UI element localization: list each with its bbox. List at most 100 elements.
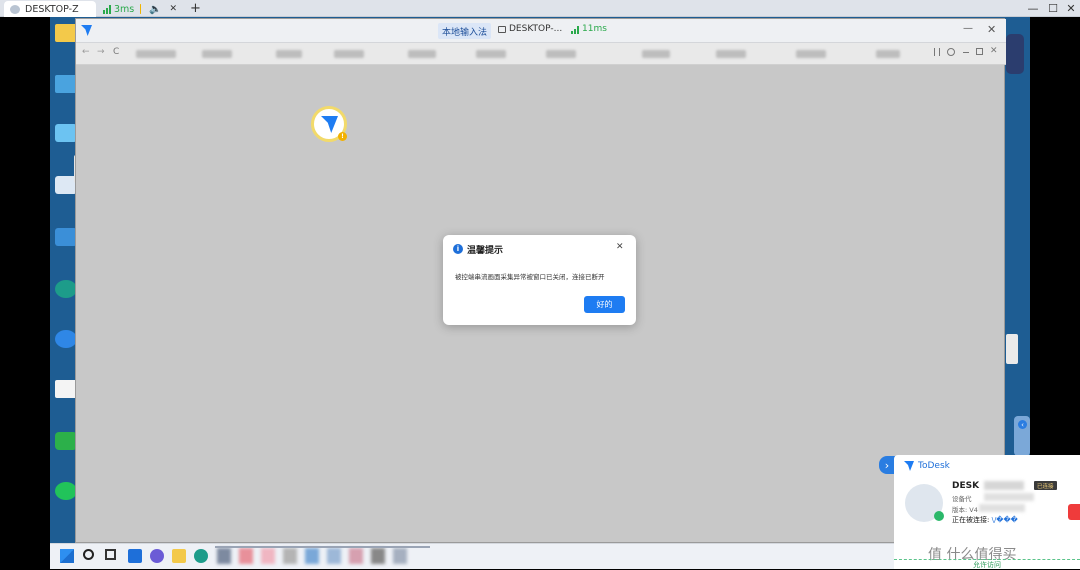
taskbar-app-icon[interactable] — [217, 548, 231, 564]
search-icon[interactable] — [83, 549, 94, 560]
blurred-tab — [796, 50, 826, 58]
version-label: 版本: V4 — [952, 506, 978, 514]
ok-button[interactable]: 好的 — [584, 296, 625, 313]
device-label: DESKTOP-... — [509, 24, 563, 34]
wechat-icon[interactable] — [55, 482, 77, 500]
side-panel-handle[interactable]: ‹ — [1014, 416, 1030, 456]
blurred-tab — [136, 50, 176, 58]
info-icon: i — [453, 244, 463, 254]
menu-icon[interactable] — [934, 48, 940, 56]
host-tab-label: DESKTOP-Z — [25, 3, 79, 15]
close-tab-icon[interactable]: ✕ — [169, 4, 177, 14]
shield-icon — [140, 4, 141, 14]
inner-minimize-icon[interactable] — [963, 52, 969, 53]
host-tab-latency[interactable]: 3ms 🔈 ✕ — [97, 1, 183, 17]
popup-device-name: DESK — [952, 481, 980, 491]
forward-icon[interactable]: → — [97, 47, 105, 57]
task-view-icon[interactable] — [105, 549, 116, 560]
avatar — [905, 484, 944, 522]
device-code-label: 设备代 — [952, 495, 972, 503]
disconnect-button[interactable] — [1068, 504, 1080, 520]
latency-value: 11ms — [582, 24, 607, 34]
file-explorer-icon[interactable] — [172, 549, 186, 563]
browser-shortcut-icon[interactable] — [55, 330, 77, 348]
video-app-icon[interactable] — [55, 432, 77, 450]
folder-icon[interactable] — [55, 24, 77, 42]
host-close-button[interactable]: ✕ — [1062, 0, 1080, 17]
todesk-minimize-button[interactable]: — — [963, 23, 973, 34]
speaker-icon[interactable]: 🔈 — [149, 4, 161, 15]
back-icon[interactable]: ← — [82, 47, 90, 57]
tab-favicon-icon — [10, 4, 20, 14]
blurred-tab — [716, 50, 746, 58]
edge-icon[interactable] — [194, 549, 208, 563]
control-panel-icon[interactable] — [55, 228, 77, 246]
todesk-titlebar: 本地输入法 DESKTOP-... 11ms — ✕ — [76, 19, 1006, 43]
taskbar-app-icon[interactable] — [239, 548, 253, 564]
blurred-tab — [546, 50, 576, 58]
popup-toggle-button[interactable]: › — [879, 456, 895, 474]
side-widget-icon[interactable] — [1006, 334, 1018, 364]
connection-status: 正在被连接: \/��� — [952, 515, 1018, 525]
blurred-tab — [202, 50, 232, 58]
inner-maximize-icon[interactable] — [976, 48, 983, 55]
taskbar — [50, 543, 895, 569]
taskbar-app-icon[interactable] — [327, 548, 341, 564]
document-icon[interactable] — [55, 380, 77, 398]
connection-badge: 已连接 — [1034, 481, 1057, 490]
dialog-title: 温馨提示 — [467, 246, 504, 256]
todesk-connection-popup: ToDesk DESK 已连接 设备代 版本: V4 正在被连接: \/��� … — [894, 455, 1080, 569]
warning-dialog: i 温馨提示 ✕ 被控端串流画面采集异常被窗口已关闭，连接已断开 好的 — [443, 235, 636, 325]
signal-icon — [571, 25, 579, 34]
dialog-message: 被控端串流画面采集异常被窗口已关闭，连接已断开 — [455, 273, 605, 281]
redacted-text — [984, 493, 1034, 501]
host-tab-desktop[interactable]: DESKTOP-Z — [4, 1, 96, 17]
status-label: 正在被连接: — [952, 516, 992, 524]
todesk-logo-icon — [321, 116, 338, 133]
network-icon[interactable] — [55, 124, 77, 142]
todesk-status-badge: ! — [311, 106, 347, 142]
latency-indicator: 11ms — [571, 24, 607, 34]
inner-close-icon[interactable]: ✕ — [990, 46, 998, 56]
chat-icon[interactable] — [150, 549, 164, 563]
device-indicator[interactable]: DESKTOP-... — [498, 24, 562, 34]
settings-icon[interactable] — [947, 48, 955, 56]
blurred-tab — [408, 50, 436, 58]
taskbar-app-icon[interactable] — [393, 548, 407, 564]
blurred-tab — [334, 50, 364, 58]
taskbar-scrollbar[interactable] — [215, 546, 430, 548]
dialog-close-button[interactable]: ✕ — [616, 242, 624, 252]
warning-icon: ! — [338, 132, 347, 141]
edge-browser-icon[interactable] — [55, 280, 77, 298]
reload-icon[interactable]: C — [113, 47, 119, 57]
taskbar-app-icon[interactable] — [305, 548, 319, 564]
blurred-tab — [476, 50, 506, 58]
ime-button[interactable]: 本地输入法 — [438, 23, 492, 39]
taskbar-app-icon[interactable] — [283, 548, 297, 564]
taskbar-app-icon[interactable] — [261, 548, 275, 564]
todesk-logo-icon — [81, 25, 92, 36]
blurred-tab — [876, 50, 900, 58]
todesk-close-button[interactable]: ✕ — [987, 23, 996, 36]
redacted-text — [984, 481, 1024, 490]
gadget-icon[interactable] — [1006, 34, 1024, 74]
host-minimize-button[interactable]: — — [1024, 0, 1042, 17]
popup-header: ToDesk — [904, 461, 950, 471]
computer-icon[interactable] — [55, 75, 77, 93]
status-value: \/��� — [991, 516, 1018, 524]
taskbar-app-icon[interactable] — [349, 548, 363, 564]
new-tab-button[interactable]: + — [190, 1, 201, 16]
todesk-logo-icon — [904, 461, 914, 471]
monitor-icon — [498, 25, 506, 33]
host-maximize-button[interactable]: ☐ — [1044, 0, 1062, 17]
blurred-tab — [276, 50, 302, 58]
start-icon[interactable] — [60, 549, 74, 563]
signal-icon — [103, 4, 111, 14]
blurred-tab — [642, 50, 670, 58]
collapse-chevron-icon: ‹ — [1018, 420, 1027, 429]
taskbar-app-icon[interactable] — [371, 548, 385, 564]
allow-access-button[interactable]: 允许访问 — [894, 559, 1080, 569]
remote-browser-toolbar: ← → C ✕ — [76, 43, 1006, 65]
widgets-icon[interactable] — [128, 549, 142, 563]
host-tab-label: 3ms — [114, 3, 135, 15]
